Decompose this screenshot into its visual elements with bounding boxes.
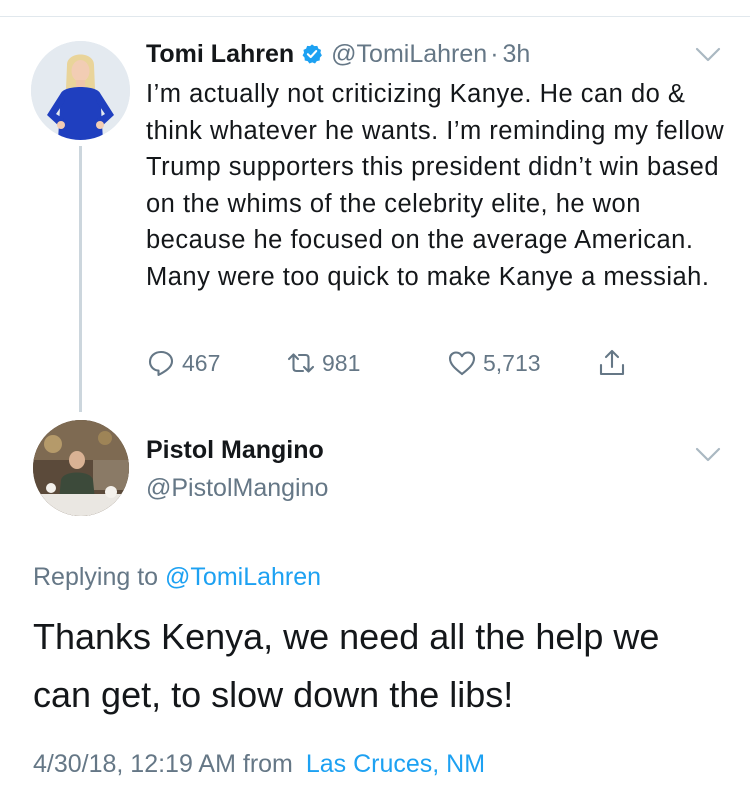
chevron-down-icon[interactable] — [695, 47, 721, 63]
tweet-body: I’m actually not criticizing Kanye. He c… — [146, 80, 725, 291]
reply-count: 467 — [182, 349, 221, 376]
separator-dot: · — [490, 39, 499, 68]
like-button[interactable]: 5,713 — [447, 343, 541, 383]
reply-button[interactable]: 467 — [146, 343, 220, 383]
replying-to-prefix: Replying to — [33, 563, 159, 591]
reply-author-handle[interactable]: @PistolMangino — [146, 474, 328, 503]
retweet-count: 981 — [322, 349, 361, 376]
author-name[interactable]: Tomi Lahren — [146, 40, 294, 69]
author-handle[interactable]: @TomiLahren — [331, 40, 487, 69]
reply-location-link[interactable]: Las Cruces, NM — [306, 750, 485, 778]
like-count: 5,713 — [483, 349, 541, 376]
avatar-tomi-lahren[interactable] — [31, 41, 130, 140]
chevron-down-icon[interactable] — [695, 447, 721, 463]
reply-author-name[interactable]: Pistol Mangino — [146, 436, 324, 465]
reply-body: Thanks Kenya, we need all the help we ca… — [33, 616, 660, 715]
reply-meta: 4/30/18, 12:19 AM from Las Cruces, NM — [33, 750, 485, 779]
reply-timestamp[interactable]: 4/30/18, 12:19 AM from — [33, 750, 293, 778]
replying-to-line: Replying to @TomiLahren — [33, 563, 321, 592]
thread-connector-line — [79, 146, 82, 412]
avatar-pistol-mangino[interactable] — [33, 420, 129, 516]
share-button[interactable] — [597, 343, 627, 383]
retweet-icon — [287, 353, 315, 373]
reply-bubble-icon — [148, 350, 174, 377]
tweet-time[interactable]: 3h — [503, 40, 531, 69]
verified-badge-icon — [302, 44, 323, 64]
top-divider — [0, 16, 750, 17]
heart-icon — [448, 351, 476, 376]
replying-to-handle-link[interactable]: @TomiLahren — [165, 563, 321, 591]
retweet-button[interactable]: 981 — [286, 343, 360, 383]
tweet-header: Tomi Lahren @TomiLahren · 3h — [146, 38, 530, 70]
share-icon — [599, 349, 625, 376]
